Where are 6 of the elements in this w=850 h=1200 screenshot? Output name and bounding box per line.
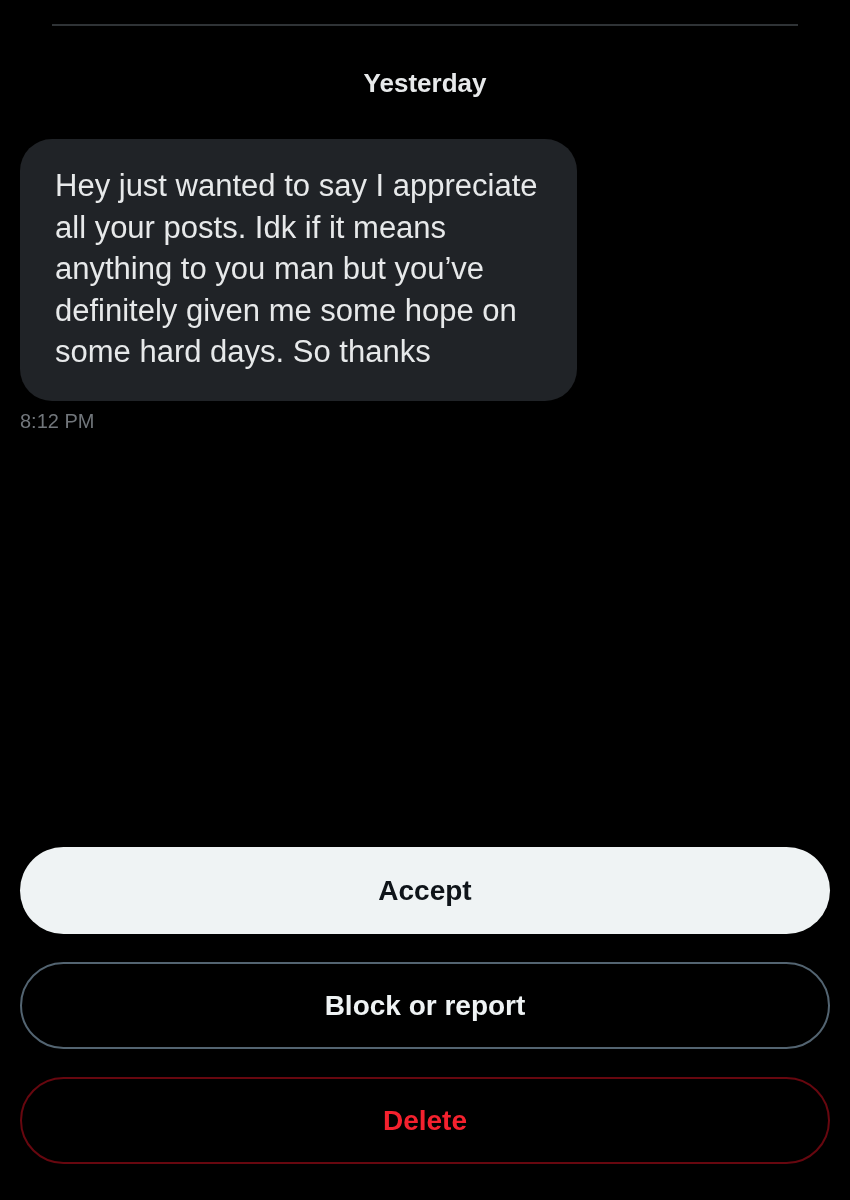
message-time: 8:12 PM xyxy=(20,409,95,433)
message-bubble: Hey just wanted to say I appreciate all your posts. Idk if it means anything to you man but you’ve definitely given me some hope on some hard days. So thanks xyxy=(20,139,577,401)
accept-button[interactable]: Accept xyxy=(20,847,830,934)
block-report-button[interactable]: Block or report xyxy=(20,962,830,1049)
delete-button[interactable]: Delete xyxy=(20,1077,830,1164)
date-divider: Yesterday xyxy=(362,68,488,99)
